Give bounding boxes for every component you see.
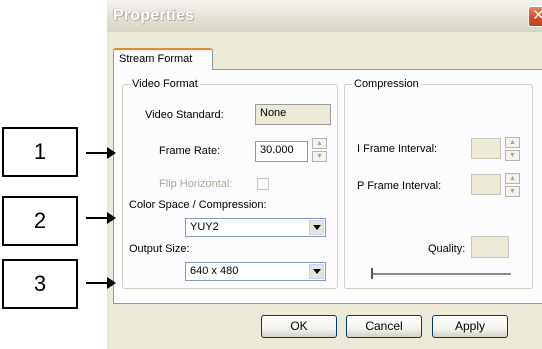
spin-down-icon[interactable]: ▼ [505, 150, 520, 161]
annotation-box-2: 2 [2, 196, 78, 246]
quality-input[interactable] [471, 236, 509, 258]
quality-slider-thumb[interactable] [371, 268, 373, 279]
video-standard-field: None [255, 104, 331, 125]
spin-down-icon[interactable]: ▼ [505, 186, 520, 197]
output-size-label: Output Size: [129, 243, 190, 255]
output-size-select[interactable]: 640 x 480 [185, 262, 326, 281]
tab-stream-format[interactable]: Stream Format [113, 48, 213, 70]
window-title: Properties [113, 7, 195, 24]
annotation-box-3: 3 [2, 259, 78, 309]
i-frame-interval-input[interactable] [471, 138, 501, 159]
frame-rate-input[interactable]: 30.000 [255, 141, 308, 162]
close-icon: ✕ [532, 7, 542, 24]
frame-rate-value: 30.000 [260, 144, 294, 156]
screenshot-stage: Properties ✕ Stream Format Video Format … [0, 0, 542, 349]
color-space-label: Color Space / Compression: [129, 199, 267, 211]
annotation-arrow-1 [86, 147, 116, 159]
p-frame-interval-label: P Frame Interval: [357, 180, 442, 192]
ok-button[interactable]: OK [261, 315, 337, 338]
cancel-button[interactable]: Cancel [346, 315, 422, 338]
spin-up-icon[interactable]: ▲ [505, 137, 520, 148]
tab-page-stream-format: Video Format Video Standard: None Frame … [113, 69, 542, 304]
color-space-select[interactable]: YUY2 [185, 218, 326, 237]
spin-up-icon[interactable]: ▲ [312, 138, 327, 149]
annotation-box-1: 1 [2, 127, 78, 177]
flip-horizontal-label: Flip Horizontal: [159, 178, 233, 190]
compression-legend: Compression [352, 78, 421, 90]
frame-rate-label: Frame Rate: [159, 145, 221, 157]
annotation-arrow-2 [86, 212, 116, 224]
apply-button-label: Apply [454, 319, 486, 333]
cancel-button-label: Cancel [365, 319, 403, 333]
properties-dialog: Properties ✕ Stream Format Video Format … [107, 0, 542, 349]
video-standard-value: None [260, 107, 287, 119]
frame-rate-spinner[interactable]: ▲ ▼ [312, 138, 327, 162]
annotation-label-1: 1 [33, 139, 47, 164]
annotation-arrow-3 [86, 277, 116, 289]
spin-down-icon[interactable]: ▼ [312, 151, 327, 162]
output-size-value: 640 x 480 [190, 265, 239, 277]
ok-button-label: OK [290, 319, 308, 333]
p-frame-interval-input[interactable] [471, 174, 501, 195]
i-frame-interval-spinner[interactable]: ▲ ▼ [505, 137, 520, 161]
annotation-label-3: 3 [33, 271, 47, 296]
spin-up-icon[interactable]: ▲ [505, 173, 520, 184]
video-format-legend: Video Format [130, 78, 200, 90]
close-button[interactable]: ✕ [528, 6, 542, 27]
tab-label: Stream Format [119, 53, 193, 65]
color-space-value: YUY2 [190, 221, 219, 233]
video-format-group: Video Format Video Standard: None Frame … [122, 78, 338, 289]
chevron-down-icon[interactable] [309, 220, 324, 235]
title-bar[interactable]: Properties ✕ [107, 0, 542, 32]
p-frame-interval-spinner[interactable]: ▲ ▼ [505, 173, 520, 197]
flip-horizontal-checkbox[interactable] [257, 178, 269, 190]
quality-label: Quality: [428, 243, 466, 255]
annotation-label-2: 2 [33, 208, 47, 233]
quality-slider-track[interactable] [371, 273, 511, 276]
video-standard-label: Video Standard: [145, 109, 224, 121]
i-frame-interval-label: I Frame Interval: [357, 143, 438, 155]
chevron-down-icon[interactable] [309, 264, 324, 279]
apply-button[interactable]: Apply [432, 315, 508, 338]
compression-group: Compression I Frame Interval: ▲ ▼ P Fram… [344, 78, 533, 289]
